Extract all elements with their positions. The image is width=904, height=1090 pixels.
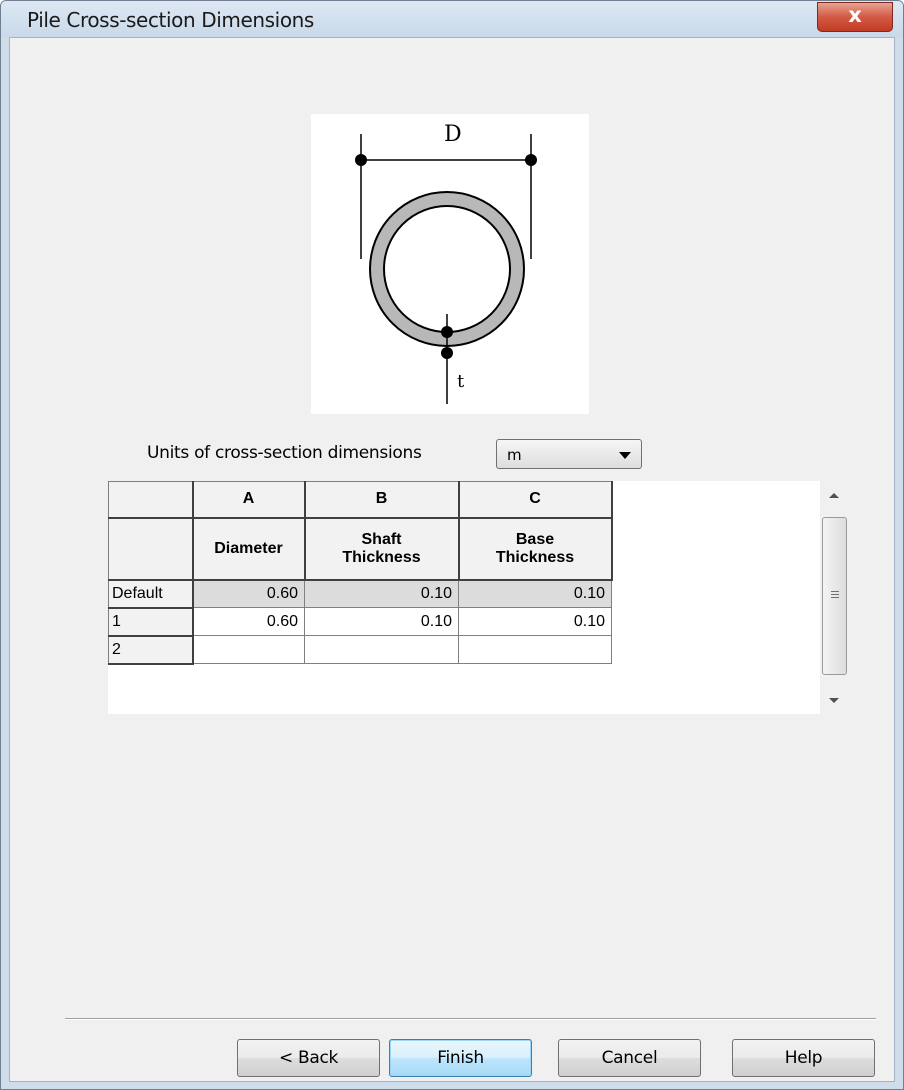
table-cell[interactable]: 0.60 [192,607,305,636]
corner-cell-2 [108,517,194,581]
window-title: Pile Cross-section Dimensions [27,8,314,32]
title-bar: Pile Cross-section Dimensions x [1,1,903,37]
dimension-dot-right [525,154,537,166]
column-name-line: Thickness [342,548,421,566]
window-frame-edge [896,37,903,1089]
units-label: Units of cross-section dimensions [147,443,422,463]
table-row: 1 0.60 0.10 0.10 [108,607,612,637]
chevron-down-icon [619,452,631,459]
column-name-diameter-line: Diameter [214,539,283,557]
column-name-diameter: Diameter [192,517,306,581]
column-header-b[interactable]: B [304,481,460,519]
inner-pipe-circle [383,205,511,333]
scroll-up-icon[interactable] [829,493,839,498]
label-t: t [457,371,465,392]
pipe-section-figure: D t [355,122,537,404]
column-name-base-thickness: Base Thickness [458,517,613,581]
table-cell[interactable] [458,635,612,664]
row-header-default[interactable]: Default [108,579,194,609]
close-button[interactable]: x [817,2,893,32]
footer-separator [65,1018,876,1020]
dimensions-table: A B C Diameter Shaft Thickness Base Thickn… [108,481,613,665]
dialog-window: Pile Cross-section Dimensions x D t Unit… [0,0,904,1090]
cancel-button[interactable]: Cancel [558,1039,701,1077]
close-icon: x [848,3,862,27]
thickness-dot-outer [441,347,453,359]
row-header-1[interactable]: 1 [108,607,194,637]
column-header-c[interactable]: C [458,481,613,519]
cross-section-diagram: D t [311,114,589,414]
grip-line [831,597,839,598]
units-selected-value: m [507,446,522,464]
table-cell[interactable]: 0.10 [304,579,459,608]
table-row: 2 [108,635,612,665]
scroll-down-icon[interactable] [829,698,839,703]
column-name-row: Diameter Shaft Thickness Base Thickness [108,517,613,581]
corner-cell[interactable] [108,481,194,519]
column-letter-row: A B C [108,481,613,519]
help-button[interactable]: Help [732,1039,875,1077]
back-button[interactable]: < Back [237,1039,380,1077]
grip-line [831,591,839,592]
table-cell[interactable]: 0.10 [304,607,459,636]
table-cell[interactable] [192,635,305,664]
label-d: D [444,122,462,147]
dimension-dot-left [355,154,367,166]
table-cell[interactable]: 0.60 [192,579,305,608]
finish-button[interactable]: Finish [389,1039,532,1077]
grip-line [831,594,839,595]
scroll-thumb[interactable] [822,517,847,675]
column-name-line: Shaft [361,530,402,548]
column-header-a[interactable]: A [192,481,306,519]
table-cell[interactable]: 0.10 [458,579,612,608]
column-name-line: Thickness [495,548,575,566]
grid-vertical-scrollbar[interactable] [820,481,849,714]
table-cell[interactable]: 0.10 [458,607,612,636]
dimensions-grid: A B C Diameter Shaft Thickness Base Thickn… [108,481,820,714]
row-header-2[interactable]: 2 [108,635,194,665]
column-name-line: Base [515,530,555,548]
units-dropdown[interactable]: m [496,439,642,469]
column-name-shaft-thickness: Shaft Thickness [304,517,460,581]
table-row: Default 0.60 0.10 0.10 [108,579,612,609]
table-cell[interactable] [304,635,459,664]
thickness-dot-inner [441,326,453,338]
